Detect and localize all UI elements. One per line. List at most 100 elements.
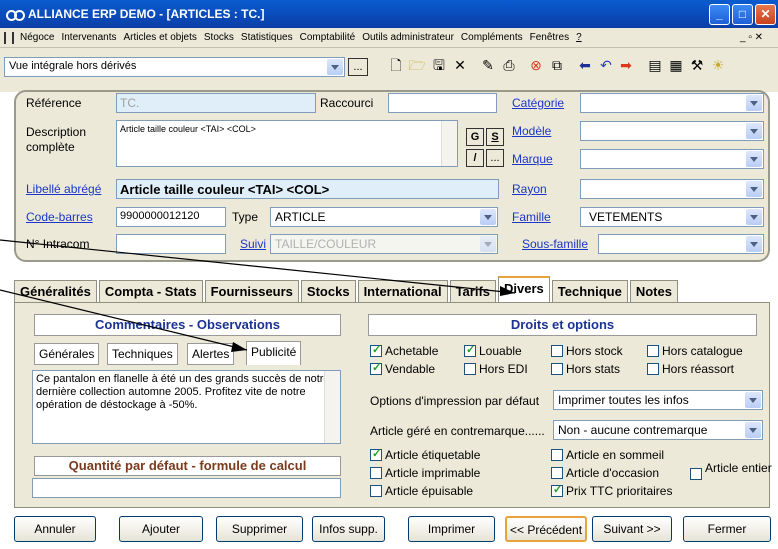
copy-icon[interactable]: ⧉ — [548, 56, 566, 74]
hors-stats-checkbox[interactable]: Hors stats — [551, 362, 620, 376]
menu-outils[interactable]: Outils administrateur — [362, 32, 454, 43]
menu-negoce[interactable]: Négoce — [20, 32, 54, 43]
dots-button[interactable]: ... — [486, 149, 504, 167]
suivant-button[interactable]: Suivant >> — [592, 516, 672, 542]
sousfamille-link[interactable]: Sous-famille — [522, 237, 588, 251]
codebarres-field[interactable]: 9900000012120 — [116, 207, 226, 227]
hors-edi-checkbox[interactable]: Hors EDI — [464, 362, 528, 376]
stop-icon[interactable]: ⊗ — [527, 56, 545, 74]
codebarres-link[interactable]: Code-barres — [26, 210, 93, 224]
entier-checkbox[interactable]: Article entier — [690, 462, 772, 480]
mdi-minimize-icon[interactable]: _ ▫ ✕ — [740, 32, 763, 43]
fermer-button[interactable]: Fermer — [683, 516, 771, 542]
save-icon[interactable]: 🖫 — [430, 56, 448, 74]
subtab-generales[interactable]: Générales — [34, 343, 100, 365]
annuler-button[interactable]: Annuler — [14, 516, 96, 542]
sousfamille-select[interactable] — [598, 234, 764, 254]
hors-catalogue-checkbox[interactable]: Hors catalogue — [647, 344, 743, 358]
view-dots-button[interactable]: ... — [348, 58, 368, 76]
suivi-link[interactable]: Suivi — [240, 237, 266, 251]
tab-fournisseurs[interactable]: Fournisseurs — [204, 280, 299, 302]
description-field[interactable]: Article taille couleur <TAI> <COL> — [116, 120, 458, 167]
sun-icon[interactable]: ☀ — [709, 56, 727, 74]
tab-generalites[interactable]: Généralités — [14, 280, 97, 302]
categorie-link[interactable]: Catégorie — [512, 96, 564, 110]
edit-icon[interactable]: ✎ — [479, 56, 497, 74]
raccourci-field[interactable] — [388, 93, 497, 113]
hors-stock-checkbox[interactable]: Hors stock — [551, 344, 623, 358]
tab-compta-stats[interactable]: Compta - Stats — [98, 280, 203, 302]
sommeil-checkbox[interactable]: Article en sommeil — [551, 448, 664, 462]
modele-select[interactable] — [580, 121, 764, 141]
tab-notes[interactable]: Notes — [629, 280, 678, 302]
ajouter-button[interactable]: Ajouter — [119, 516, 203, 542]
tab-stocks[interactable]: Stocks — [300, 280, 356, 302]
achetable-checkbox[interactable]: Achetable — [370, 343, 438, 358]
libelle-link[interactable]: Libellé abrégé — [26, 182, 101, 196]
maximize-button[interactable]: □ — [732, 4, 753, 25]
menu-help[interactable]: ? — [576, 32, 582, 43]
marque-link[interactable]: Marque — [512, 152, 553, 166]
tab-international[interactable]: International — [357, 280, 448, 302]
comment-textarea[interactable]: Ce pantalon en flanelle à été un des gra… — [32, 370, 341, 444]
marque-select[interactable] — [580, 149, 764, 169]
tool-icon[interactable]: ⚒ — [688, 56, 706, 74]
tab-tarifs[interactable]: Tarifs — [449, 280, 497, 302]
print-options-select[interactable]: Imprimer toutes les infos — [553, 390, 763, 410]
reference-field[interactable]: TC. — [116, 93, 316, 113]
occasion-checkbox[interactable]: Article d'occasion — [551, 466, 659, 480]
famille-link[interactable]: Famille — [512, 210, 551, 224]
tab-divers[interactable]: Divers — [498, 276, 550, 302]
precedent-button[interactable]: << Précédent — [505, 516, 587, 542]
imprimable-checkbox[interactable]: Article imprimable — [370, 466, 480, 480]
suivi-select[interactable]: TAILLE/COULEUR — [270, 234, 498, 254]
close-button[interactable]: ✕ — [755, 4, 776, 25]
prix-ttc-checkbox[interactable]: Prix TTC prioritaires — [551, 483, 672, 498]
delete-icon[interactable]: ✕ — [451, 56, 469, 74]
subtab-techniques[interactable]: Techniques — [107, 343, 178, 365]
modele-link[interactable]: Modèle — [512, 124, 551, 138]
open-folder-icon[interactable]: 🗁 — [408, 56, 426, 74]
hors-reassort-checkbox[interactable]: Hors réassort — [647, 362, 734, 376]
menu-stocks[interactable]: Stocks — [204, 32, 234, 43]
menu-statistiques[interactable]: Statistiques — [241, 32, 293, 43]
type-select[interactable]: ARTICLE — [270, 207, 498, 227]
vendable-checkbox[interactable]: Vendable — [370, 361, 435, 376]
menu-intervenants[interactable]: Intervenants — [61, 32, 116, 43]
epuisable-checkbox[interactable]: Article épuisable — [370, 484, 473, 498]
imprimer-button[interactable]: Imprimer — [408, 516, 495, 542]
new-document-icon[interactable]: 🗋 — [387, 56, 405, 74]
libelle-field[interactable]: Article taille couleur <TAI> <COL> — [116, 179, 499, 199]
description-scrollbar[interactable] — [441, 121, 457, 166]
g-button[interactable]: G — [466, 128, 484, 146]
comment-scrollbar[interactable] — [324, 371, 340, 443]
slash-button[interactable]: / — [466, 149, 484, 167]
arrow-left-icon[interactable]: ⬅ — [576, 56, 594, 74]
menu-complements[interactable]: Compléments — [461, 32, 523, 43]
famille-select[interactable]: VETEMENTS — [580, 207, 764, 227]
s-button[interactable]: S — [486, 128, 504, 146]
louable-checkbox[interactable]: Louable — [464, 343, 522, 358]
tab-technique[interactable]: Technique — [551, 280, 628, 302]
print-icon[interactable]: ⎙ — [500, 56, 518, 74]
intracom-field[interactable] — [116, 234, 226, 254]
rayon-link[interactable]: Rayon — [512, 182, 547, 196]
view-select[interactable]: Vue intégrale hors dérivés — [4, 57, 345, 77]
contremarque-select[interactable]: Non - aucune contremarque — [553, 420, 763, 440]
etiquetable-checkbox[interactable]: Article étiquetable — [370, 447, 480, 462]
subtab-alertes[interactable]: Alertes — [187, 343, 235, 365]
arrow-right-icon[interactable]: ➡ — [617, 56, 635, 74]
subtab-publicite[interactable]: Publicité — [246, 341, 302, 365]
categorie-select[interactable] — [580, 93, 764, 113]
calculator-icon[interactable]: ▤ — [646, 56, 664, 74]
infos-supp-button[interactable]: Infos supp. — [312, 516, 385, 542]
minimize-button[interactable]: _ — [709, 4, 730, 25]
menu-fenetres[interactable]: Fenêtres — [530, 32, 569, 43]
menu-articles[interactable]: Articles et objets — [124, 32, 197, 43]
undo-icon[interactable]: ↶ — [597, 56, 615, 74]
rayon-select[interactable] — [580, 179, 764, 199]
supprimer-button[interactable]: Supprimer — [216, 516, 303, 542]
qty-formula-field[interactable] — [32, 478, 341, 498]
form-icon[interactable]: ▦ — [667, 56, 685, 74]
menu-comptabilite[interactable]: Comptabilité — [300, 32, 356, 43]
